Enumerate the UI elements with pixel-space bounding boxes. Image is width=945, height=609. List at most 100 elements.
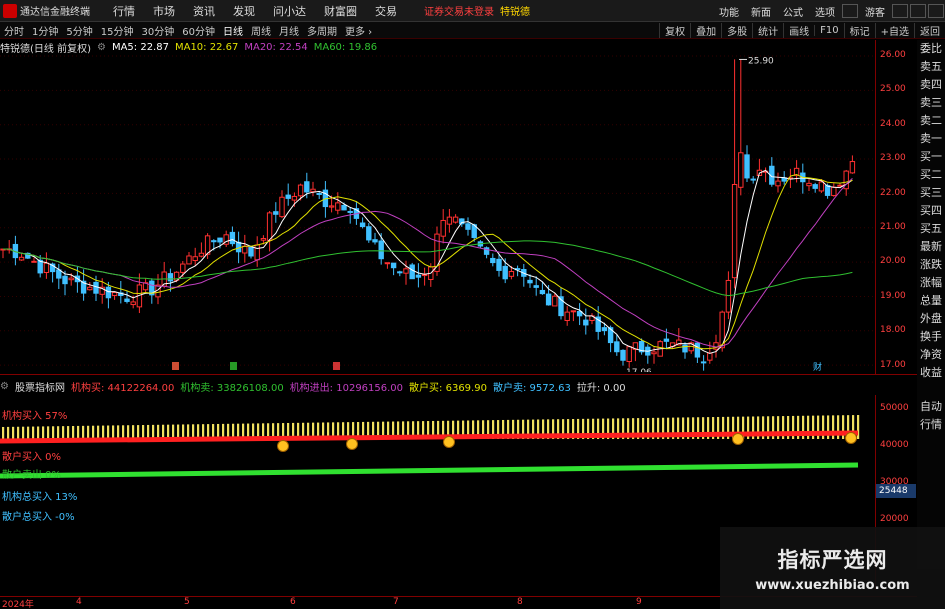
- tool-mark[interactable]: 标记: [843, 23, 875, 38]
- indicator-settings-icon[interactable]: ⚙: [0, 381, 9, 392]
- inst-buy-bar: [127, 425, 130, 439]
- inst-buy-bar: [52, 426, 55, 439]
- sidebar-item[interactable]: 卖四: [917, 76, 945, 94]
- sidebar-item[interactable]: 买二: [917, 166, 945, 184]
- tool-multi-stock[interactable]: 多股: [721, 23, 752, 38]
- chart-title: 特锐德(日线 前复权): [0, 43, 91, 55]
- tool-f10[interactable]: F10: [814, 25, 843, 36]
- candle-body: [496, 258, 502, 271]
- tool-overlay[interactable]: 叠加: [690, 23, 721, 38]
- signal-smiley-icon[interactable]: [845, 432, 857, 444]
- signal-smiley-icon[interactable]: [277, 440, 289, 452]
- login-notice[interactable]: 证券交易未登录: [424, 3, 494, 18]
- candle-body: [341, 204, 347, 211]
- close-button[interactable]: [928, 4, 944, 18]
- candle-body: [583, 319, 589, 326]
- candle-body: [620, 349, 626, 361]
- menu-item-discover[interactable]: 发现: [224, 3, 264, 19]
- period-1min[interactable]: 1分钟: [28, 23, 62, 38]
- sidebar-item[interactable]: 涨幅: [917, 274, 945, 292]
- sidebar-item[interactable]: 换手: [917, 328, 945, 346]
- period-toolbar: 分时 1分钟 5分钟 15分钟 30分钟 60分钟 日线 周线 月线 多周期 更…: [0, 22, 945, 39]
- period-multi[interactable]: 多周期: [303, 23, 341, 38]
- sidebar-item[interactable]: 总量: [917, 292, 945, 310]
- indicator-tick: 50000: [880, 403, 909, 413]
- watermark-title: 指标严选网: [777, 547, 888, 572]
- candle-body: [440, 219, 446, 237]
- tool-draw[interactable]: 画线: [783, 23, 814, 38]
- sidebar-item[interactable]: 买三: [917, 184, 945, 202]
- candle-body: [31, 260, 37, 263]
- sidebar-item[interactable]: 自动: [917, 398, 945, 416]
- period-weekly[interactable]: 周线: [247, 23, 275, 38]
- window-toggle-button[interactable]: [842, 4, 858, 18]
- menu-item-news[interactable]: 资讯: [184, 3, 224, 19]
- period-15min[interactable]: 15分钟: [97, 23, 138, 38]
- signal-smiley-icon[interactable]: [443, 436, 455, 448]
- tool-adjust[interactable]: 复权: [659, 23, 690, 38]
- tool-stats[interactable]: 统计: [752, 23, 783, 38]
- sidebar-item[interactable]: 委比: [917, 40, 945, 58]
- financial-report-marker[interactable]: 财: [813, 361, 822, 372]
- menu-item-trade[interactable]: 交易: [366, 3, 406, 19]
- candle-body: [837, 184, 843, 187]
- candle-body: [831, 186, 837, 197]
- menu-item-ask[interactable]: 问小达: [264, 3, 315, 19]
- menu-new-layout[interactable]: 新面: [745, 4, 777, 19]
- sidebar-item[interactable]: 卖二: [917, 112, 945, 130]
- period-monthly[interactable]: 月线: [275, 23, 303, 38]
- price-tick: 25.00: [880, 84, 906, 95]
- signal-smiley-icon[interactable]: [732, 433, 744, 445]
- candle-body: [700, 361, 707, 364]
- period-5min[interactable]: 5分钟: [62, 23, 96, 38]
- inst-buy-bar: [132, 425, 135, 439]
- sidebar-item[interactable]: 收益: [917, 364, 945, 382]
- candle-body: [601, 327, 608, 332]
- inst-buy-bar: [17, 426, 20, 439]
- sidebar-item[interactable]: 卖五: [917, 58, 945, 76]
- sidebar-item[interactable]: 买一: [917, 148, 945, 166]
- sidebar-item[interactable]: 卖三: [917, 94, 945, 112]
- candle-body: [328, 205, 335, 208]
- period-30min[interactable]: 30分钟: [137, 23, 178, 38]
- settings-icon[interactable]: ⚙: [97, 42, 106, 53]
- sidebar-item[interactable]: 卖一: [917, 130, 945, 148]
- menu-item-quotes[interactable]: 行情: [104, 3, 144, 19]
- inst-buy-bar: [122, 425, 125, 439]
- menu-options[interactable]: 选项: [809, 4, 841, 19]
- menu-function[interactable]: 功能: [713, 4, 745, 19]
- tool-add-watchlist[interactable]: +自选: [874, 23, 914, 38]
- candle-body: [18, 256, 25, 261]
- period-more[interactable]: 更多 ›: [341, 23, 376, 38]
- menu-formula[interactable]: 公式: [777, 4, 809, 19]
- menu-item-market[interactable]: 市场: [144, 3, 184, 19]
- event-marker[interactable]: [172, 362, 179, 370]
- menu-item-wealth[interactable]: 财富圈: [315, 3, 366, 19]
- period-intraday[interactable]: 分时: [0, 23, 28, 38]
- sidebar-item[interactable]: 行情: [917, 416, 945, 434]
- candle-body: [130, 301, 136, 306]
- inst-buy-bar: [107, 425, 110, 439]
- minimize-button[interactable]: [892, 4, 908, 18]
- event-marker[interactable]: [333, 362, 340, 370]
- sidebar-item[interactable]: 外盘: [917, 310, 945, 328]
- time-tick: 2024年: [2, 600, 34, 609]
- sidebar-item[interactable]: 买五: [917, 220, 945, 238]
- event-marker[interactable]: [230, 362, 237, 370]
- inst-buy-bar: [12, 426, 15, 439]
- sidebar-item[interactable]: 涨跌: [917, 256, 945, 274]
- candle-body: [359, 222, 366, 228]
- sidebar-item[interactable]: 买四: [917, 202, 945, 220]
- period-60min[interactable]: 60分钟: [178, 23, 219, 38]
- sidebar-item[interactable]: 最新: [917, 238, 945, 256]
- candlestick-chart[interactable]: 25.90 17.06 财: [0, 54, 875, 372]
- maximize-button[interactable]: [910, 4, 926, 18]
- candle-body: [111, 292, 118, 296]
- guest-user[interactable]: 游客: [859, 4, 891, 19]
- period-daily[interactable]: 日线: [219, 23, 247, 38]
- inst-buy-bar: [147, 424, 150, 439]
- candle-body: [397, 271, 403, 274]
- sidebar-item[interactable]: 净资: [917, 346, 945, 364]
- signal-smiley-icon[interactable]: [346, 438, 358, 450]
- tool-back[interactable]: 返回: [914, 23, 945, 38]
